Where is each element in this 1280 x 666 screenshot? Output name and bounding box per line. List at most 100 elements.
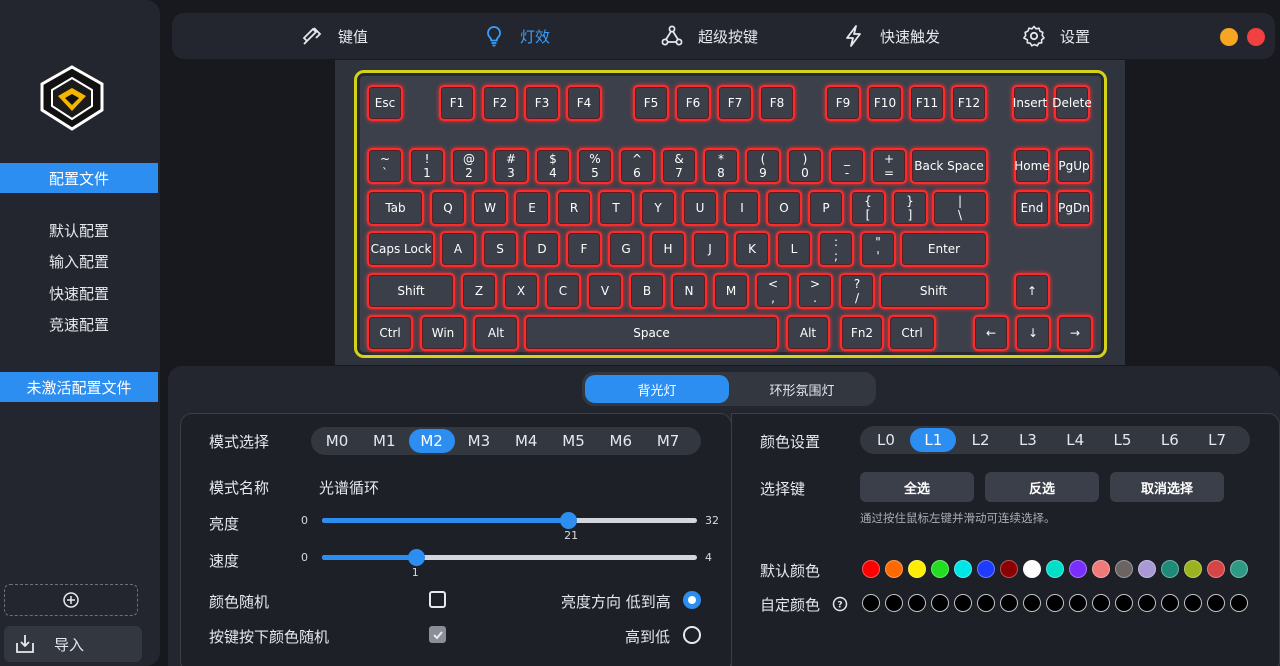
custom-color-swatch[interactable] [1046, 594, 1064, 612]
key[interactable]: ← [973, 315, 1009, 351]
sidebar-item-fast[interactable]: 快速配置 [0, 283, 158, 304]
custom-color-swatch[interactable] [954, 594, 972, 612]
key[interactable]: F3 [524, 85, 560, 121]
key[interactable]: B [629, 273, 665, 309]
key[interactable]: H [650, 231, 686, 267]
key[interactable]: R [556, 190, 592, 226]
key[interactable]: O [766, 190, 802, 226]
layer-l5[interactable]: L5 [1100, 428, 1146, 452]
key[interactable]: A [440, 231, 476, 267]
color-random-checkbox[interactable] [429, 591, 446, 608]
key[interactable]: L [776, 231, 812, 267]
import-button[interactable]: 导入 [4, 626, 142, 662]
key[interactable]: Alt [473, 315, 519, 351]
mode-m2[interactable]: M2 [408, 429, 455, 453]
key[interactable]: W [472, 190, 508, 226]
key[interactable]: F [566, 231, 602, 267]
key[interactable]: F4 [566, 85, 602, 121]
key[interactable]: & 7 [661, 148, 697, 184]
key[interactable]: Delete [1052, 85, 1092, 121]
key[interactable]: Tab [367, 190, 424, 226]
custom-color-swatch[interactable] [1000, 594, 1018, 612]
key[interactable]: ? / [839, 273, 875, 309]
key[interactable]: Ctrl [367, 315, 413, 351]
key[interactable]: F10 [867, 85, 903, 121]
key[interactable]: Caps Lock [367, 231, 435, 267]
key[interactable]: Insert [1012, 85, 1048, 121]
high-to-low-radio[interactable] [683, 626, 701, 644]
default-color-swatch[interactable] [931, 560, 949, 578]
tab-lighting[interactable]: 灯效 [482, 13, 550, 59]
key[interactable]: PgUp [1056, 148, 1092, 184]
key[interactable]: D [524, 231, 560, 267]
sidebar-section-config[interactable]: 配置文件 [0, 163, 158, 193]
key[interactable]: Q [430, 190, 466, 226]
key[interactable]: ! 1 [409, 148, 445, 184]
key[interactable]: Shift [879, 273, 988, 309]
key[interactable]: Enter [900, 231, 988, 267]
custom-color-swatch[interactable] [862, 594, 880, 612]
key[interactable]: F8 [759, 85, 795, 121]
default-color-swatch[interactable] [1230, 560, 1248, 578]
key[interactable]: Z [461, 273, 497, 309]
clear-selection-button[interactable]: 取消选择 [1110, 472, 1224, 502]
key[interactable]: > . [797, 273, 833, 309]
key[interactable]: ↓ [1015, 315, 1051, 351]
sidebar-item-race[interactable]: 竞速配置 [0, 314, 158, 335]
key[interactable]: G [608, 231, 644, 267]
mode-m0[interactable]: M0 [314, 429, 360, 453]
key[interactable]: Ctrl [888, 315, 936, 351]
tab-super-keys[interactable]: 超级按键 [660, 13, 758, 59]
key[interactable]: Y [640, 190, 676, 226]
custom-color-swatch[interactable] [1138, 594, 1156, 612]
key[interactable]: ↑ [1014, 273, 1050, 309]
default-color-swatch[interactable] [1115, 560, 1133, 578]
key[interactable]: C [545, 273, 581, 309]
tab-ambient-ring[interactable]: 环形氛围灯 [730, 375, 874, 403]
key[interactable]: F9 [825, 85, 861, 121]
key[interactable]: F6 [675, 85, 711, 121]
layer-l7[interactable]: L7 [1194, 428, 1240, 452]
tab-rapid-trigger[interactable]: 快速触发 [842, 13, 940, 59]
mode-m7[interactable]: M7 [645, 429, 691, 453]
layer-l6[interactable]: L6 [1147, 428, 1193, 452]
default-color-swatch[interactable] [1138, 560, 1156, 578]
key[interactable]: " ' [860, 231, 896, 267]
key[interactable]: { [ [850, 190, 886, 226]
key[interactable]: | \ [932, 190, 988, 226]
default-color-swatch[interactable] [1161, 560, 1179, 578]
custom-color-swatch[interactable] [1023, 594, 1041, 612]
key[interactable]: * 8 [703, 148, 739, 184]
custom-color-swatch[interactable] [977, 594, 995, 612]
key[interactable]: N [671, 273, 707, 309]
select-all-button[interactable]: 全选 [860, 472, 974, 502]
key[interactable]: } ] [892, 190, 928, 226]
custom-color-swatch[interactable] [1161, 594, 1179, 612]
speed-knob[interactable] [407, 549, 425, 566]
key[interactable]: $ 4 [535, 148, 571, 184]
key[interactable]: F1 [439, 85, 475, 121]
mode-m3[interactable]: M3 [456, 429, 502, 453]
mode-m1[interactable]: M1 [361, 429, 407, 453]
key[interactable]: Alt [786, 315, 830, 351]
key[interactable]: F12 [951, 85, 987, 121]
key[interactable]: F5 [633, 85, 669, 121]
key[interactable]: End [1014, 190, 1050, 226]
minimize-button[interactable] [1220, 28, 1238, 46]
mode-m4[interactable]: M4 [503, 429, 549, 453]
key[interactable]: U [682, 190, 718, 226]
key[interactable]: Space [524, 315, 779, 351]
sidebar-section-inactive[interactable]: 未激活配置文件 [0, 372, 158, 402]
key[interactable]: I [724, 190, 760, 226]
default-color-swatch[interactable] [954, 560, 972, 578]
close-button[interactable] [1247, 28, 1265, 46]
key[interactable]: P [808, 190, 844, 226]
key[interactable]: PgDn [1056, 190, 1092, 226]
mode-m5[interactable]: M5 [551, 429, 597, 453]
key[interactable]: F11 [909, 85, 945, 121]
layer-l1[interactable]: L1 [910, 428, 957, 452]
default-color-swatch[interactable] [1207, 560, 1225, 578]
help-icon[interactable]: ? [832, 596, 848, 612]
key[interactable]: ) 0 [787, 148, 823, 184]
layer-l3[interactable]: L3 [1005, 428, 1051, 452]
